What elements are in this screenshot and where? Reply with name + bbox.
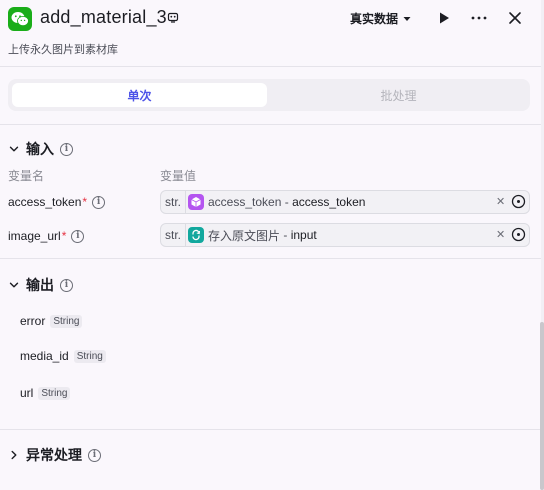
output-item: media_id String [20,349,106,363]
run-mode-tabs: 单次 批处理 [8,79,530,111]
info-icon[interactable]: i [71,229,85,243]
node-panel: add_material_3 真实数据 上传永久图片到素材库 单次 批处理 输入… [0,0,541,490]
tab-single[interactable]: 单次 [12,83,267,107]
exception-section-title: 异常处理 [26,447,82,463]
source-variable-name: access_token [292,195,366,209]
required-mark: * [61,229,67,243]
output-name: url [20,386,34,400]
close-icon [509,12,521,24]
robot-icon[interactable] [167,11,179,23]
reference-separator: - [281,195,293,209]
clear-icon[interactable]: ✕ [496,228,505,241]
param-value-image-url[interactable]: str. 存入原文图片 - input ✕ [160,223,530,247]
exception-section-header[interactable]: 异常处理 i [8,445,101,465]
node-title[interactable]: add_material_3 [40,7,167,28]
run-button[interactable] [434,8,454,28]
inputs-section-title: 输入 [26,141,54,157]
divider [0,258,541,259]
data-mode-label: 真实数据 [350,12,399,26]
source-node-name: access_token [208,195,282,209]
chevron-right-icon[interactable] [8,449,20,461]
info-icon[interactable]: i [88,448,101,462]
param-name: access_token [8,195,82,209]
column-header-name: 变量名 [8,169,45,183]
divider [0,66,541,67]
variable-picker-icon[interactable] [511,194,526,209]
param-value-access-token[interactable]: str. access_token - access_token ✕ [160,190,530,214]
output-type-badge: String [38,386,71,400]
caret-down-icon [403,16,411,21]
output-type-badge: String [73,349,106,363]
source-variable-name: input [290,228,317,242]
inputs-section-header[interactable]: 输入 i [8,139,73,159]
data-mode-dropdown[interactable]: 真实数据 [350,10,412,27]
variable-picker-icon[interactable] [511,227,526,242]
outputs-section-header[interactable]: 输出 i [8,275,73,295]
clear-icon[interactable]: ✕ [496,195,505,208]
output-type-badge: String [50,314,83,328]
column-header-value: 变量值 [160,169,197,183]
divider [0,124,541,125]
info-icon[interactable]: i [92,195,106,209]
output-name: media_id [20,349,69,363]
param-label-access-token: access_token * i [8,195,106,209]
node-description[interactable]: 上传永久图片到素材库 [8,41,118,57]
more-options-button[interactable] [469,8,489,28]
type-tag[interactable]: str. [161,224,186,246]
info-icon[interactable]: i [60,142,73,156]
scrollbar[interactable] [540,322,544,490]
wechat-icon [8,7,32,31]
param-name: image_url [8,229,61,243]
loop-icon [188,227,204,243]
reference-separator: - [280,228,291,242]
more-dots-icon [471,16,487,20]
param-label-image-url: image_url * i [8,229,85,243]
panel-header: add_material_3 真实数据 上传永久图片到素材库 [0,0,541,66]
output-item: url String [20,386,71,400]
info-icon[interactable]: i [60,278,73,292]
cube-icon [188,194,204,210]
tab-batch[interactable]: 批处理 [271,83,526,107]
source-node-name: 存入原文图片 [208,228,281,243]
close-button[interactable] [505,8,525,28]
outputs-section-title: 输出 [26,277,54,293]
variable-reference-chip[interactable]: 存入原文图片 - input [188,226,317,244]
variable-reference-chip[interactable]: access_token - access_token [188,193,365,211]
output-name: error [20,314,46,328]
chevron-down-icon[interactable] [8,279,20,291]
output-item: error String [20,314,83,328]
divider [0,429,541,430]
type-tag[interactable]: str. [161,191,186,213]
chevron-down-icon[interactable] [8,143,20,155]
play-icon [440,12,449,24]
required-mark: * [82,195,88,209]
